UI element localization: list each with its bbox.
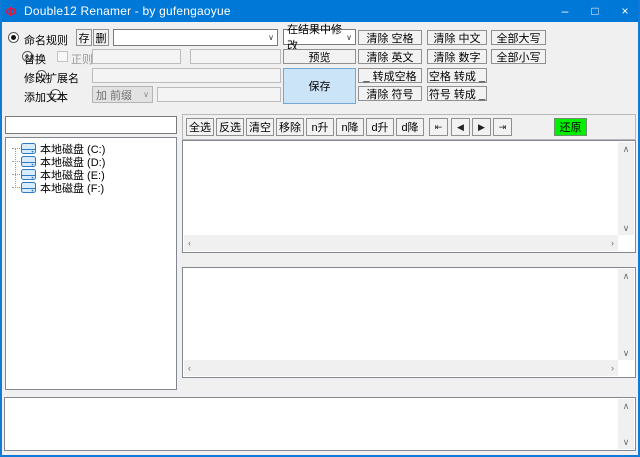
list-toolbar: 全选 反选 清空 移除 n升 n降 d升 d降 ⇤ ◀ ▶ ⇥ 还原 <box>182 114 636 140</box>
disk-icon <box>21 156 36 167</box>
app-icon: Φ <box>5 3 17 19</box>
rule-combobox[interactable]: ∨ <box>113 29 278 46</box>
add-text-input[interactable] <box>157 87 281 102</box>
clear-spaces-button[interactable]: 清除 空格 <box>358 30 422 45</box>
clear-chinese-button[interactable]: 清除 中文 <box>427 30 487 45</box>
disk-icon <box>21 182 36 193</box>
path-filter-input[interactable] <box>5 116 177 134</box>
move-right-icon[interactable]: ▶ <box>472 118 491 136</box>
titlebar: Φ Double12 Renamer - by gufengaoyue – □ … <box>2 0 638 22</box>
sort-name-desc-button[interactable]: n降 <box>336 118 364 136</box>
maximize-button[interactable]: □ <box>580 0 610 22</box>
replace-with-input[interactable] <box>190 49 281 64</box>
radio-replace-label: 替换 <box>24 54 46 66</box>
preview-button[interactable]: 预览 <box>283 49 356 64</box>
window-title: Double12 Renamer - by gufengaoyue <box>24 4 231 18</box>
select-all-button[interactable]: 全选 <box>186 118 214 136</box>
scroll-down-icon[interactable]: ∨ <box>619 221 634 235</box>
chevron-down-icon: ∨ <box>268 33 274 42</box>
symbol-to-underscore-button[interactable]: 符号 转成 _ <box>427 86 487 101</box>
regex-checkbox-label: 正则 <box>71 54 93 66</box>
clear-list-button[interactable]: 清空 <box>246 118 274 136</box>
lowercase-button[interactable]: 全部小写 <box>491 49 546 64</box>
scroll-right-icon[interactable]: › <box>607 236 618 250</box>
scroll-up-icon[interactable]: ∧ <box>619 399 634 413</box>
add-text-mode-value: 加 前缀 <box>96 89 133 102</box>
disk-icon <box>21 143 36 154</box>
extension-input[interactable] <box>92 68 281 83</box>
log-textarea[interactable]: ∧ ∨ <box>4 397 636 451</box>
vertical-scrollbar[interactable]: ∧ ∨ <box>618 142 634 235</box>
minimize-button[interactable]: – <box>550 0 580 22</box>
restore-button[interactable]: 还原 <box>554 118 587 136</box>
space-to-underscore-button[interactable]: 空格 转成 _ <box>427 68 487 83</box>
move-last-icon[interactable]: ⇥ <box>493 118 512 136</box>
sort-date-desc-button[interactable]: d降 <box>396 118 424 136</box>
tree-item-label: 本地磁盘 (F:) <box>40 182 105 195</box>
result-file-list[interactable]: ∧ ∨ ‹ › <box>182 267 636 378</box>
clear-english-button[interactable]: 清除 英文 <box>358 49 422 64</box>
rule-delete-button[interactable]: 删 <box>93 29 109 46</box>
replace-find-input[interactable] <box>92 49 181 64</box>
radio-extension-label: 修改扩展名 <box>24 73 79 85</box>
chevron-down-icon: ∨ <box>346 32 352 42</box>
radio-add-text-label: 添加文本 <box>24 92 68 104</box>
source-file-list[interactable]: ∧ ∨ ‹ › <box>182 140 636 253</box>
move-first-icon[interactable]: ⇤ <box>429 118 448 136</box>
horizontal-scrollbar[interactable]: ‹ › <box>184 360 618 376</box>
app-window: Φ Double12 Renamer - by gufengaoyue – □ … <box>0 0 640 457</box>
scroll-right-icon[interactable]: › <box>607 361 618 375</box>
clear-symbols-button[interactable]: 清除 符号 <box>358 86 422 101</box>
scroll-left-icon[interactable]: ‹ <box>184 361 195 375</box>
scroll-down-icon[interactable]: ∨ <box>619 435 634 449</box>
add-text-mode-select[interactable]: 加 前缀 ∨ <box>92 86 153 103</box>
save-button[interactable]: 保存 <box>283 68 356 104</box>
invert-select-button[interactable]: 反选 <box>216 118 244 136</box>
scroll-left-icon[interactable]: ‹ <box>184 236 195 250</box>
scroll-up-icon[interactable]: ∧ <box>619 269 634 283</box>
sort-date-asc-button[interactable]: d升 <box>366 118 394 136</box>
scroll-down-icon[interactable]: ∨ <box>619 346 634 360</box>
move-left-icon[interactable]: ◀ <box>451 118 470 136</box>
vertical-scrollbar[interactable]: ∧ ∨ <box>618 399 634 449</box>
radio-rule-name[interactable] <box>8 32 19 43</box>
sort-name-asc-button[interactable]: n升 <box>306 118 334 136</box>
vertical-scrollbar[interactable]: ∧ ∨ <box>618 269 634 360</box>
rule-save-button[interactable]: 存 <box>76 29 92 46</box>
clear-digits-button[interactable]: 清除 数字 <box>427 49 487 64</box>
underscore-to-space-button[interactable]: _ 转成空格 <box>358 68 422 83</box>
disk-icon <box>21 169 36 180</box>
chevron-down-icon: ∨ <box>143 90 149 99</box>
tree-item-drive-f[interactable]: 本地磁盘 (F:) <box>12 181 105 195</box>
regex-checkbox[interactable] <box>57 51 68 62</box>
close-button[interactable]: × <box>610 0 638 22</box>
uppercase-button[interactable]: 全部大写 <box>491 30 546 45</box>
horizontal-scrollbar[interactable]: ‹ › <box>184 235 618 251</box>
drive-tree-panel: 本地磁盘 (C:) 本地磁盘 (D:) 本地磁盘 (E:) 本地磁盘 (F:) <box>5 137 177 390</box>
scope-select[interactable]: 在结果中修改 ∨ <box>283 24 356 52</box>
remove-button[interactable]: 移除 <box>276 118 304 136</box>
scroll-up-icon[interactable]: ∧ <box>619 142 634 156</box>
radio-rule-name-label: 命名规则 <box>24 35 68 47</box>
